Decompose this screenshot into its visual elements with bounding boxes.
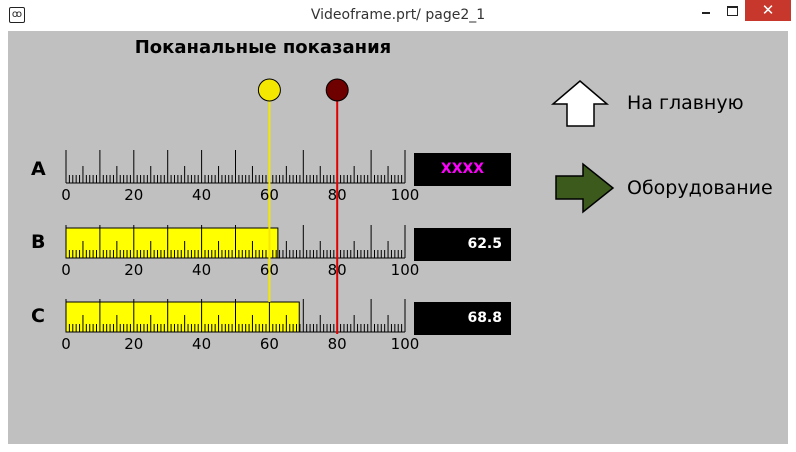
home-link[interactable]: На главную bbox=[627, 92, 744, 114]
scale-tick-label: 100 bbox=[391, 261, 420, 279]
scale-tick-label: 0 bbox=[61, 335, 71, 353]
channel-c-level-bar bbox=[65, 301, 300, 333]
scale-tick-label: 20 bbox=[124, 335, 143, 353]
application-window: ꝏ Videoframe.prt/ page2_1 ✕ Поканальные … bbox=[0, 0, 796, 452]
scale-tick-label: 20 bbox=[124, 261, 143, 279]
channel-scales: 0 20 40 60 80 1000 20 40 60 80 1000 20 40 60 80 100 bbox=[61, 78, 420, 353]
red-setpoint-knob bbox=[325, 78, 349, 102]
scale-tick-label: 20 bbox=[124, 186, 143, 204]
scale-tick-label: 0 bbox=[61, 186, 71, 204]
scale-tick-label: 100 bbox=[391, 186, 420, 204]
scale-tick-label: 40 bbox=[192, 186, 211, 204]
scale-tick-label: 100 bbox=[391, 335, 420, 353]
channel-c-value-display: 68.8 bbox=[414, 302, 511, 335]
scale-tick-label: 60 bbox=[260, 335, 279, 353]
scale-tick-label: 80 bbox=[328, 335, 347, 353]
channel-b-value-display: 62.5 bbox=[414, 228, 511, 261]
equipment-link[interactable]: Оборудование bbox=[627, 177, 773, 199]
scale-tick-label: 40 bbox=[192, 261, 211, 279]
scale-tick-label: 40 bbox=[192, 335, 211, 353]
scale-tick-label: 0 bbox=[61, 261, 71, 279]
channel-a-value-display: XXXX bbox=[414, 153, 511, 186]
yellow-setpoint-knob bbox=[257, 78, 281, 102]
